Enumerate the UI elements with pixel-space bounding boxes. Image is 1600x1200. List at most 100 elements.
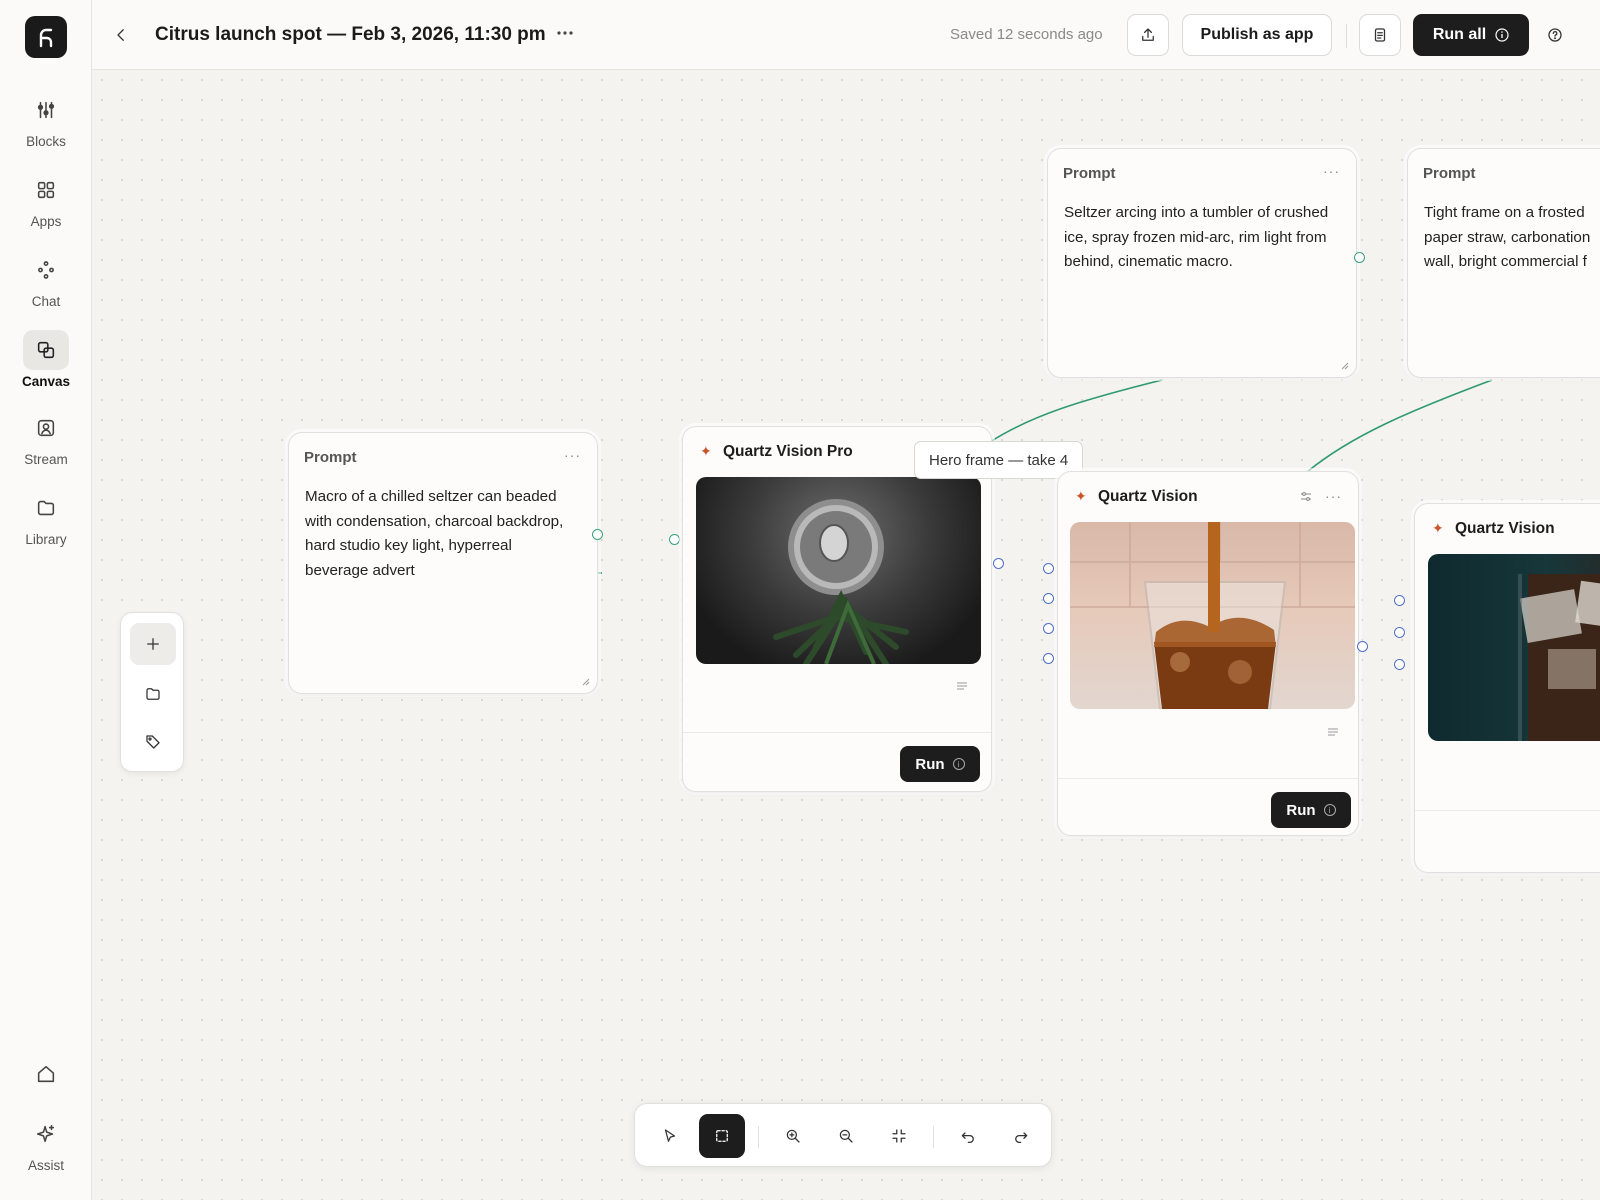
sidebar-icon-wrap: [23, 1114, 69, 1154]
node-divider: [1415, 810, 1600, 811]
canvas[interactable]: Prompt ··· Macro of a chilled seltzer ca…: [92, 70, 1600, 1200]
resize-handle-icon[interactable]: [580, 676, 590, 686]
sidebar-item-blocks[interactable]: Blocks: [0, 90, 92, 149]
fit-view-button[interactable]: [876, 1114, 922, 1158]
can-photo-illustration: [773, 499, 909, 664]
marquee-tool-button[interactable]: [699, 1114, 745, 1158]
glass-photo-illustration: [1070, 522, 1355, 709]
model-node[interactable]: ✦ Quartz Vision ··· Run i: [1057, 471, 1359, 836]
back-button[interactable]: [108, 22, 134, 48]
output-port[interactable]: [592, 529, 603, 540]
run-button[interactable]: Run i: [1271, 792, 1351, 828]
tag-icon: [146, 735, 160, 749]
sidebar-item-label: Blocks: [26, 134, 66, 149]
sidebar-icon-wrap: [23, 330, 69, 370]
tool-panel: [120, 612, 184, 772]
toolbar-separator: [758, 1126, 759, 1148]
sidebar-item-apps[interactable]: Apps: [0, 170, 92, 229]
sidebar-assist-label: Assist: [27, 1158, 64, 1173]
select-tool-button[interactable]: [647, 1114, 693, 1158]
folder-icon: [37, 500, 55, 516]
sidebar-icon-wrap: [23, 1054, 69, 1094]
input-port[interactable]: [1043, 623, 1054, 634]
model-node[interactable]: ✦ Quartz Vision Pro Run i: [682, 426, 992, 792]
generated-image-glass[interactable]: [1070, 522, 1355, 709]
help-button[interactable]: [1542, 22, 1568, 48]
sparkle-icon: ✦: [1432, 520, 1444, 536]
node-title: Prompt: [1063, 165, 1116, 182]
top-header: Citrus launch spot — Feb 3, 2026, 11:30 …: [92, 0, 1600, 70]
prompt-text[interactable]: Seltzer arcing into a tumbler of crushed…: [1064, 201, 1338, 275]
zoom-in-button[interactable]: [770, 1114, 816, 1158]
node-menu-button[interactable]: ···: [1325, 488, 1342, 504]
app-logo[interactable]: [25, 16, 67, 58]
sidebar-item-canvas[interactable]: Canvas: [0, 330, 92, 389]
model-title: Quartz Vision: [1455, 520, 1555, 537]
output-port[interactable]: [1354, 252, 1365, 263]
sidebar-item-stream[interactable]: Stream: [0, 408, 92, 467]
undo-button[interactable]: [945, 1114, 991, 1158]
input-port[interactable]: [1394, 627, 1405, 638]
node-menu-button[interactable]: ···: [1323, 163, 1340, 179]
zoom-out-button[interactable]: [823, 1114, 869, 1158]
title-more-button[interactable]: [552, 20, 578, 46]
node-menu-button[interactable]: ···: [564, 447, 581, 463]
prompt-text[interactable]: Macro of a chilled seltzer can beaded wi…: [305, 485, 579, 583]
node-title: Prompt: [1423, 165, 1476, 182]
wire: [989, 379, 1163, 443]
zoom-in-icon: [786, 1129, 800, 1143]
output-port[interactable]: [1357, 641, 1368, 652]
add-node-button[interactable]: [130, 623, 176, 665]
sidebar-item-library[interactable]: Library: [0, 488, 92, 547]
pointer-icon: [664, 1129, 676, 1142]
redo-icon: [1015, 1132, 1028, 1144]
output-port[interactable]: [993, 558, 1004, 569]
settings-sliders-icon[interactable]: [1300, 491, 1312, 503]
model-node[interactable]: ✦ Quartz Vision: [1414, 503, 1600, 873]
prompt-text[interactable]: Tight frame on a frosted paper straw, ca…: [1424, 201, 1600, 275]
upload-icon: [1142, 28, 1154, 41]
sliders-icon: [37, 101, 55, 119]
sidebar-item-label: Stream: [24, 452, 68, 467]
redo-button[interactable]: [998, 1114, 1044, 1158]
sidebar-home[interactable]: [0, 1054, 92, 1094]
prompt-node[interactable]: Prompt ··· Seltzer arcing into a tumbler…: [1047, 148, 1357, 378]
prompt-node[interactable]: Prompt ··· Macro of a chilled seltzer ca…: [288, 432, 598, 694]
sidebar: Blocks Apps Chat Canvas Stream Library A…: [0, 0, 92, 1200]
node-label-tooltip: Hero frame — take 4: [914, 441, 1084, 479]
marquee-select-icon: [716, 1130, 728, 1142]
text-lines-icon[interactable]: [956, 681, 968, 691]
input-port[interactable]: [669, 534, 680, 545]
run-label: Run: [1286, 801, 1316, 819]
document-title[interactable]: Citrus launch spot — Feb 3, 2026, 11:30 …: [155, 24, 546, 46]
share-button[interactable]: [1127, 14, 1169, 56]
run-all-button[interactable]: Run all: [1413, 14, 1529, 56]
generated-image-ice[interactable]: [1428, 554, 1600, 741]
text-lines-icon[interactable]: [1327, 727, 1339, 737]
undo-icon: [961, 1132, 974, 1144]
sidebar-icon-wrap: [23, 250, 69, 290]
sidebar-item-label: Library: [25, 532, 67, 547]
publish-as-app-button[interactable]: Publish as app: [1182, 14, 1332, 56]
input-port[interactable]: [1043, 653, 1054, 664]
grid-icon: [37, 181, 55, 199]
resize-handle-icon[interactable]: [1339, 360, 1349, 370]
prompt-node[interactable]: Prompt Tight frame on a frosted paper st…: [1407, 148, 1600, 378]
generated-image-can[interactable]: [696, 477, 981, 664]
folder-tool-button[interactable]: [130, 673, 176, 715]
nodes-icon: [38, 261, 54, 279]
input-port[interactable]: [1394, 595, 1405, 606]
sparkle-icon: [36, 1124, 55, 1143]
notes-button[interactable]: [1359, 14, 1401, 56]
input-port[interactable]: [1043, 593, 1054, 604]
run-button[interactable]: Run i: [900, 746, 980, 782]
node-divider: [1058, 778, 1358, 779]
tag-tool-button[interactable]: [130, 721, 176, 763]
home-icon: [37, 1065, 55, 1083]
input-port[interactable]: [1394, 659, 1405, 670]
sidebar-icon-wrap: [23, 488, 69, 528]
sidebar-icon-wrap: [23, 408, 69, 448]
sidebar-assist[interactable]: Assist: [0, 1114, 92, 1173]
sidebar-item-chat[interactable]: Chat: [0, 250, 92, 309]
input-port[interactable]: [1043, 563, 1054, 574]
